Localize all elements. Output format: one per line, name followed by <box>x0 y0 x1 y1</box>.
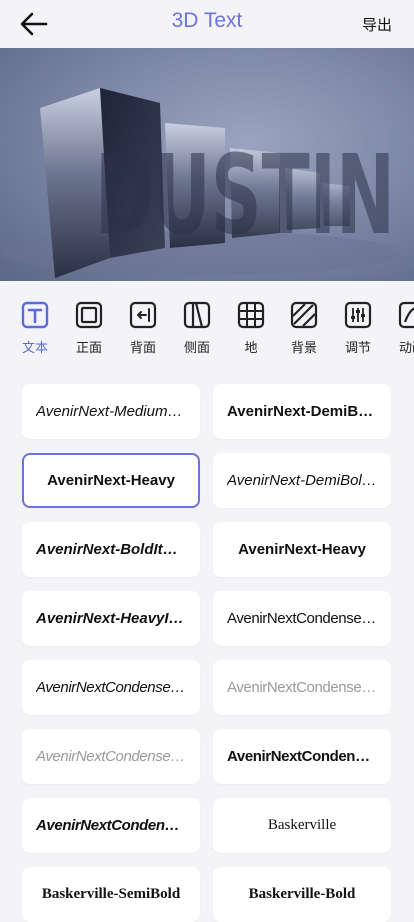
tool-ground[interactable]: 地 <box>225 300 277 356</box>
tool-text[interactable]: 文本 <box>9 300 61 356</box>
tool-label: 动画 <box>398 341 414 356</box>
tool-label: 文本 <box>21 341 48 356</box>
text-icon <box>21 301 49 329</box>
background-icon <box>290 301 318 329</box>
font-card[interactable]: AvenirNextCondensed-UltraLight <box>213 660 391 715</box>
font-name: Baskerville <box>267 817 337 833</box>
tool-bar: 文本 正面 背面 侧面 地 背景 调节 动 <box>0 300 414 362</box>
sliders-icon <box>344 301 372 329</box>
grid-icon <box>237 301 265 329</box>
tool-label: 调节 <box>344 341 371 356</box>
side-icon <box>183 301 211 329</box>
font-card[interactable]: AvenirNextCondensed-HeavyItalic <box>22 798 200 853</box>
font-name: AvenirNextCondensed-Italic <box>36 679 186 696</box>
font-name: AvenirNext-MediumItalic <box>36 403 186 420</box>
font-card[interactable]: Baskerville-SemiBold <box>22 867 200 922</box>
tool-animation[interactable]: 动画 <box>386 300 414 356</box>
3d-text-preview: DUSTIN <box>0 88 400 278</box>
font-card[interactable]: AvenirNext-DemiBoldItalic <box>213 453 391 508</box>
font-name: AvenirNext-Heavy <box>47 472 175 489</box>
font-card[interactable]: AvenirNextCondensed-DemiBold <box>213 729 391 784</box>
font-name: AvenirNext-BoldItalic <box>36 541 186 558</box>
tool-label: 侧面 <box>183 341 210 356</box>
font-card[interactable]: AvenirNextCondensed-Italic <box>22 660 200 715</box>
tool-side[interactable]: 侧面 <box>171 300 223 356</box>
back-face-icon <box>129 301 157 329</box>
font-card[interactable]: AvenirNext-HeavyItalic <box>22 591 200 646</box>
font-name: AvenirNextCondensed-Regular <box>227 610 377 627</box>
font-card[interactable]: Baskerville <box>213 798 391 853</box>
animation-icon <box>398 301 414 329</box>
font-card[interactable]: AvenirNext-DemiBold <box>213 384 391 439</box>
font-name: AvenirNext-Heavy <box>238 541 366 558</box>
tool-front[interactable]: 正面 <box>63 300 115 356</box>
tool-adjust[interactable]: 调节 <box>332 300 384 356</box>
font-name: AvenirNext-DemiBold <box>227 403 377 420</box>
font-name: Baskerville-Bold <box>248 886 356 902</box>
tool-back[interactable]: 背面 <box>117 300 169 356</box>
font-name: AvenirNextCondensed-HeavyItalic <box>36 817 186 834</box>
font-card[interactable]: Baskerville-Bold <box>213 867 391 922</box>
tool-label: 地 <box>244 341 258 356</box>
font-card[interactable]: AvenirNext-MediumItalic <box>22 384 200 439</box>
export-button[interactable]: 导出 <box>362 14 392 35</box>
preview-canvas[interactable]: DUSTIN <box>0 48 414 281</box>
page-title: 3D Text <box>171 9 243 32</box>
font-card-selected[interactable]: AvenirNext-Heavy <box>22 453 200 508</box>
tool-background[interactable]: 背景 <box>278 300 330 356</box>
font-name: AvenirNext-DemiBoldItalic <box>227 472 377 489</box>
font-card[interactable]: AvenirNextCondensed-Regular <box>213 591 391 646</box>
font-name: Baskerville-SemiBold <box>41 886 181 902</box>
tool-label: 背面 <box>129 341 156 356</box>
tool-label: 背景 <box>290 341 317 356</box>
font-name: AvenirNextCondensed-UltraLightItalic <box>36 748 186 765</box>
front-icon <box>75 301 103 329</box>
font-name: AvenirNextCondensed-DemiBold <box>227 748 377 765</box>
font-card[interactable]: AvenirNext-BoldItalic <box>22 522 200 577</box>
preview-text: DUSTIN <box>95 131 395 259</box>
tool-label: 正面 <box>75 341 102 356</box>
font-card[interactable]: AvenirNextCondensed-UltraLightItalic <box>22 729 200 784</box>
nav-bar: 3D Text 导出 <box>0 0 414 48</box>
font-card[interactable]: AvenirNext-Heavy <box>213 522 391 577</box>
font-name: AvenirNext-HeavyItalic <box>36 610 186 627</box>
font-name: AvenirNextCondensed-UltraLight <box>227 679 377 696</box>
